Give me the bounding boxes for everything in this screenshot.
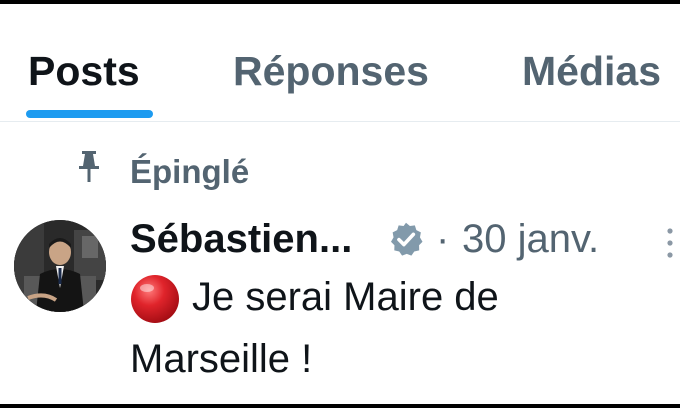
pinned-label: Épinglé — [130, 153, 250, 190]
active-tab-indicator — [26, 110, 153, 118]
tab-posts[interactable]: Posts — [28, 47, 140, 95]
tab-media[interactable]: Médias — [522, 47, 661, 95]
avatar[interactable] — [14, 220, 106, 312]
author-name[interactable]: Sébastien... — [130, 215, 352, 263]
post-date[interactable]: 30 janv. — [462, 215, 599, 263]
separator-dot: · — [436, 217, 450, 261]
profile-timeline: Posts Réponses Médias Épinglé Sébastien.… — [0, 4, 680, 404]
pin-icon — [79, 151, 99, 182]
more-options-icon[interactable] — [664, 226, 676, 260]
profile-tabs: Posts Réponses Médias — [0, 4, 680, 122]
tab-replies[interactable]: Réponses — [233, 47, 429, 95]
post-text: Je serai Maire de Marseille ! — [130, 275, 499, 381]
tabs-divider — [0, 121, 680, 122]
verified-badge-icon — [391, 222, 423, 256]
